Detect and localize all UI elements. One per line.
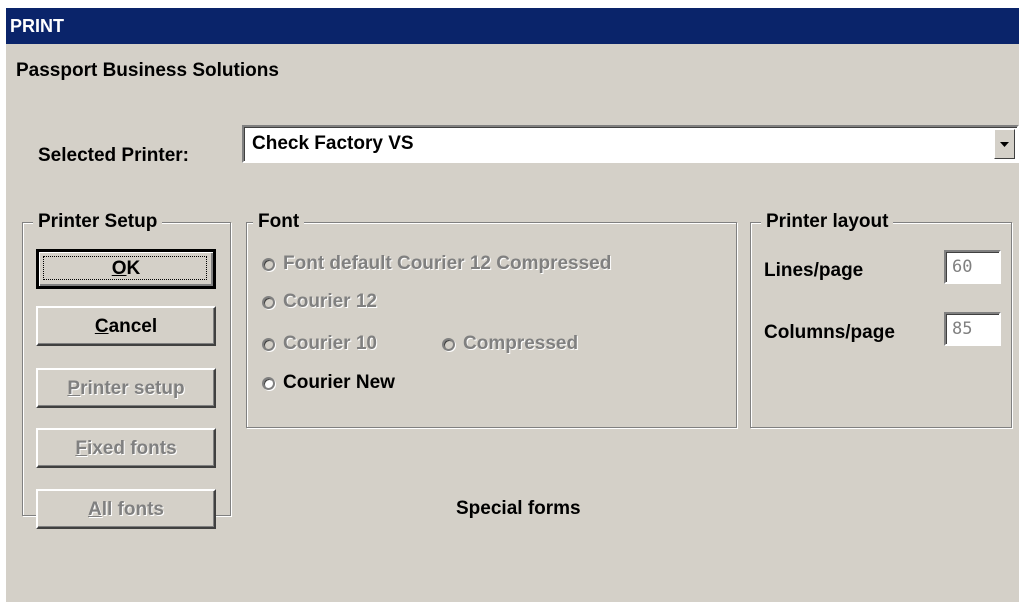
print-dialog: PRINT Passport Business Solutions Select…	[6, 8, 1019, 602]
columns-per-page-field[interactable]: 85	[944, 312, 1001, 346]
fixed-fonts-label: Fixed fonts	[75, 438, 177, 459]
all-fonts-button[interactable]: All fonts	[36, 489, 216, 529]
radio-font-default-label: Font default Courier 12 Compressed	[283, 253, 612, 274]
radio-circle	[442, 337, 455, 351]
cancel-button[interactable]: Cancel	[36, 306, 216, 346]
radio-font-default[interactable]: Font default Courier 12 Compressed	[262, 253, 611, 275]
radio-courier-new[interactable]: Courier New	[262, 372, 395, 394]
radio-courier-12[interactable]: Courier 12	[262, 291, 377, 313]
radio-circle	[262, 376, 275, 390]
printer-setup-label: Printer setup	[67, 378, 185, 399]
ok-button[interactable]: OK	[36, 249, 216, 289]
radio-circle	[262, 295, 275, 309]
radio-circle	[262, 337, 275, 351]
selected-printer-label: Selected Printer:	[38, 145, 189, 166]
font-group-title: Font	[253, 210, 305, 234]
fixed-fonts-button[interactable]: Fixed fonts	[36, 428, 216, 468]
printer-setup-button[interactable]: Printer setup	[36, 368, 216, 408]
selected-printer-combo[interactable]: Check Factory VS	[242, 125, 1019, 163]
combo-dropdown-button[interactable]	[994, 129, 1015, 159]
focus-rect	[43, 256, 207, 280]
radio-compressed[interactable]: Compressed	[442, 333, 578, 355]
radio-circle	[262, 257, 275, 271]
all-fonts-label: All fonts	[87, 499, 164, 520]
window-title: PRINT	[10, 16, 64, 36]
title-bar: PRINT	[6, 8, 1019, 44]
cancel-label: Cancel	[94, 316, 158, 337]
columns-per-page-label: Columns/page	[764, 322, 895, 343]
radio-courier-new-label: Courier New	[283, 372, 395, 393]
company-name: Passport Business Solutions	[16, 60, 279, 81]
radio-courier-10[interactable]: Courier 10	[262, 333, 377, 355]
radio-courier-12-label: Courier 12	[283, 291, 377, 312]
lines-per-page-label: Lines/page	[764, 260, 864, 281]
radio-compressed-label: Compressed	[463, 333, 579, 354]
lines-per-page-field[interactable]: 60	[944, 250, 1001, 284]
printer-setup-title: Printer Setup	[33, 210, 163, 234]
chevron-down-icon	[1000, 142, 1009, 147]
selected-printer-value: Check Factory VS	[252, 133, 414, 154]
radio-courier-10-label: Courier 10	[283, 333, 377, 354]
printer-layout-title: Printer layout	[761, 210, 894, 234]
special-forms-label: Special forms	[456, 498, 581, 519]
